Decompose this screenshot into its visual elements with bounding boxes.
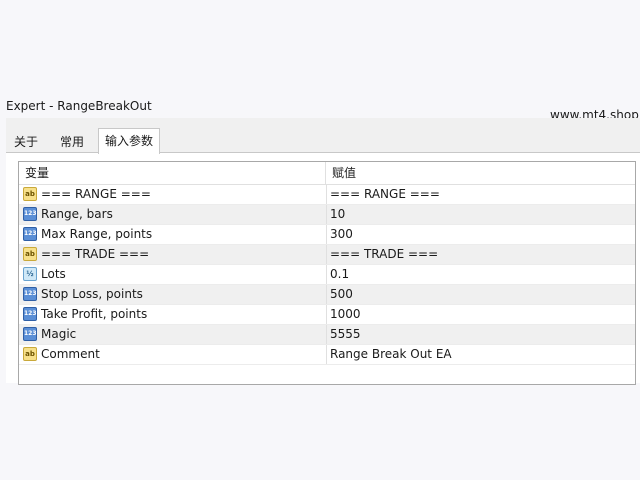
value-cell[interactable]: 500 (326, 285, 636, 304)
inputs-panel: 变量 赋值 ab === RANGE === === RANGE === 123 Ran… (6, 152, 640, 385)
parameter-row[interactable]: ½ Lots 0.1 (19, 265, 635, 285)
variable-name: Comment (41, 347, 100, 361)
variable-name: Max Range, points (41, 227, 153, 241)
value-cell[interactable]: 300 (326, 225, 636, 244)
variable-cell: ab === RANGE === (21, 185, 325, 204)
variable-name: === TRADE === (41, 247, 150, 261)
grid-header: 变量 赋值 (19, 162, 635, 185)
value-cell[interactable]: 0.1 (326, 265, 636, 284)
variable-cell: 123 Range, bars (21, 205, 325, 224)
string-type-icon: ab (23, 247, 37, 261)
variable-name: Lots (41, 267, 66, 281)
parameter-row[interactable]: 123 Max Range, points 300 (19, 225, 635, 245)
variable-name: Range, bars (41, 207, 113, 221)
tab-about[interactable]: 关于 (8, 132, 44, 152)
variable-name: Take Profit, points (41, 307, 148, 321)
parameter-row[interactable]: 123 Stop Loss, points 500 (19, 285, 635, 305)
string-type-icon: ab (23, 347, 37, 361)
window-title: Expert - RangeBreakOut (6, 99, 152, 113)
parameter-row[interactable]: 123 Range, bars 10 (19, 205, 635, 225)
integer-type-icon: 123 (23, 327, 37, 341)
column-header-value[interactable]: 赋值 (326, 162, 632, 184)
tab-inputs[interactable]: 输入参数 (98, 128, 161, 154)
value-cell[interactable]: === RANGE === (326, 185, 636, 204)
integer-type-icon: 123 (23, 307, 37, 321)
parameter-row[interactable]: 123 Magic 5555 (19, 325, 635, 345)
tab-bar: 关于 常用 输入参数 (6, 128, 640, 154)
variable-cell: 123 Max Range, points (21, 225, 325, 244)
integer-type-icon: 123 (23, 287, 37, 301)
variable-cell: 123 Take Profit, points (21, 305, 325, 324)
value-cell[interactable]: 10 (326, 205, 636, 224)
parameter-row[interactable]: 123 Take Profit, points 1000 (19, 305, 635, 325)
value-cell[interactable]: Range Break Out EA (326, 345, 636, 364)
variable-name: === RANGE === (41, 187, 151, 201)
integer-type-icon: 123 (23, 207, 37, 221)
expert-properties-dialog: 关于 常用 输入参数 变量 赋值 ab === RANGE === === RANG… (6, 118, 640, 385)
parameter-row[interactable]: ab Comment Range Break Out EA (19, 345, 635, 365)
variable-name: Magic (41, 327, 77, 341)
value-cell[interactable]: === TRADE === (326, 245, 636, 264)
variable-cell: 123 Magic (21, 325, 325, 344)
column-header-variable[interactable]: 变量 (19, 162, 326, 184)
tab-common[interactable]: 常用 (54, 132, 90, 152)
variable-name: Stop Loss, points (41, 287, 143, 301)
variable-cell: 123 Stop Loss, points (21, 285, 325, 304)
integer-type-icon: 123 (23, 227, 37, 241)
parameter-row[interactable]: ab === TRADE === === TRADE === (19, 245, 635, 265)
parameter-row[interactable]: ab === RANGE === === RANGE === (19, 185, 635, 205)
variable-cell: ab Comment (21, 345, 325, 364)
double-type-icon: ½ (23, 267, 37, 281)
string-type-icon: ab (23, 187, 37, 201)
value-cell[interactable]: 5555 (326, 325, 636, 344)
inputs-grid: 变量 赋值 ab === RANGE === === RANGE === 123 Ran… (18, 161, 636, 385)
variable-cell: ½ Lots (21, 265, 325, 284)
value-cell[interactable]: 1000 (326, 305, 636, 324)
variable-cell: ab === TRADE === (21, 245, 325, 264)
